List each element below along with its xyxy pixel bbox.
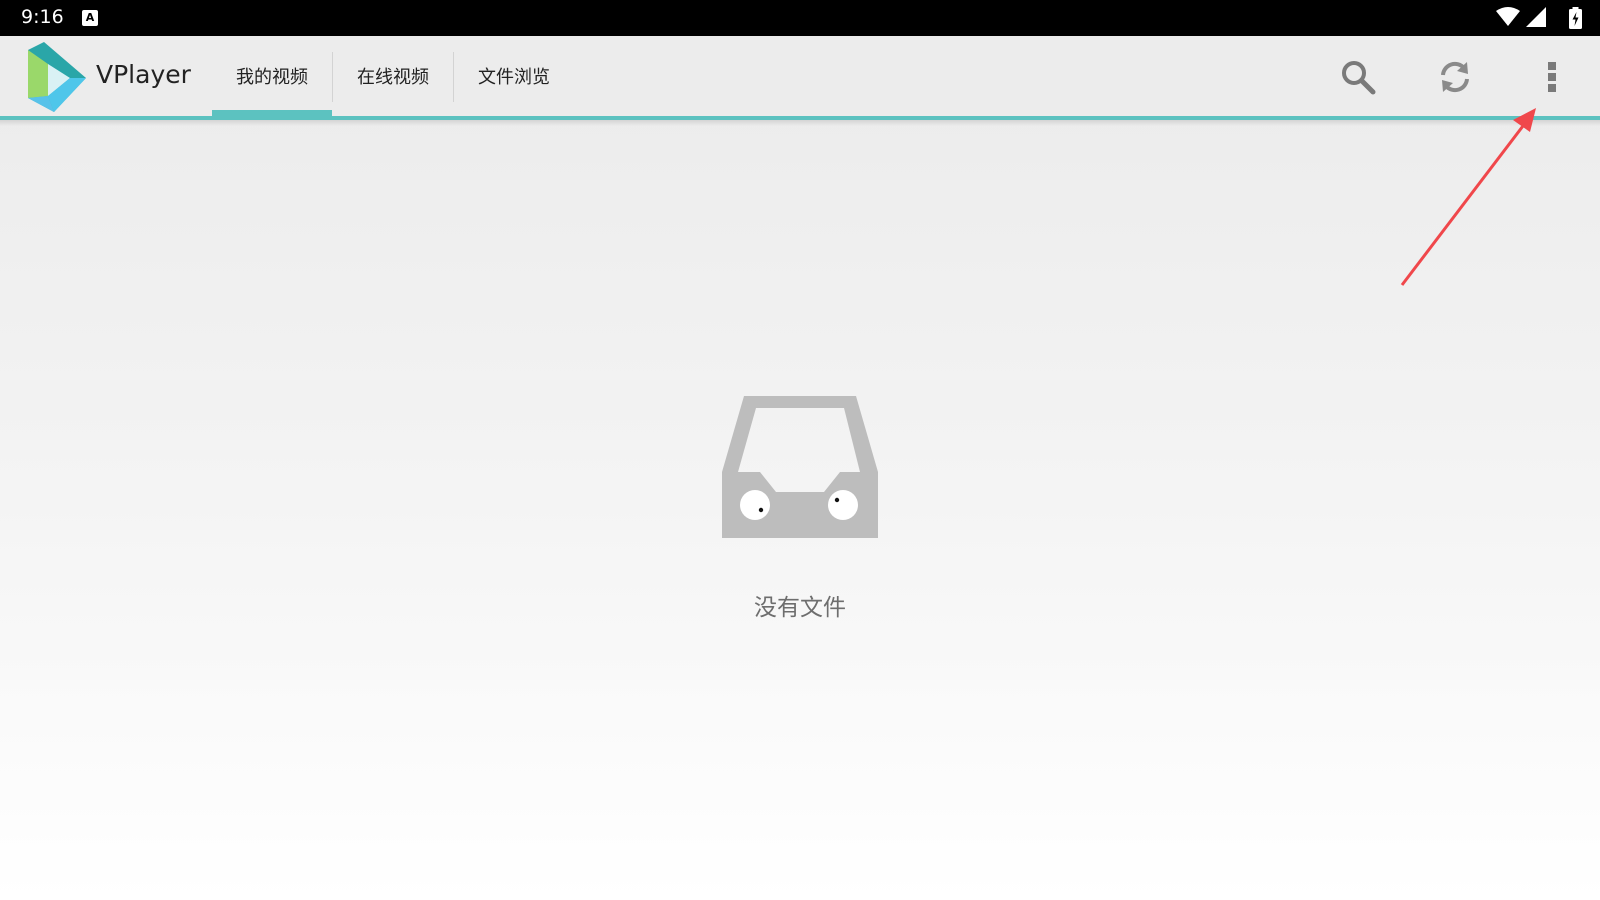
- tab-my-videos-label: 我的视频: [236, 67, 308, 88]
- tab-online-videos-label: 在线视频: [357, 67, 429, 88]
- refresh-icon: [1441, 61, 1469, 93]
- refresh-button[interactable]: [1428, 50, 1482, 104]
- notification-a-icon: A: [82, 10, 98, 26]
- tab-file-browse[interactable]: 文件浏览: [454, 36, 574, 116]
- empty-inbox-icon: [722, 396, 878, 538]
- overflow-menu-icon: [1548, 62, 1556, 92]
- tab-online-videos[interactable]: 在线视频: [333, 36, 453, 116]
- battery-charging-icon: [1569, 7, 1582, 29]
- tab-selected-indicator: [212, 110, 332, 118]
- tab-file-browse-label: 文件浏览: [478, 67, 550, 88]
- status-bar: 9:16 A: [0, 0, 1600, 36]
- cell-signal-icon: [1526, 7, 1546, 27]
- tab-my-videos[interactable]: 我的视频: [212, 36, 332, 116]
- status-time: 9:16: [21, 6, 64, 28]
- empty-state-message: 没有文件: [754, 595, 846, 621]
- search-icon: [1342, 61, 1376, 95]
- wifi-icon: [1496, 7, 1520, 26]
- vplayer-logo-icon: [28, 42, 86, 112]
- app-bar-shadow: [0, 120, 1600, 126]
- app-title: VPlayer: [96, 60, 191, 89]
- overflow-menu-button[interactable]: [1525, 50, 1579, 104]
- search-button[interactable]: [1331, 50, 1385, 104]
